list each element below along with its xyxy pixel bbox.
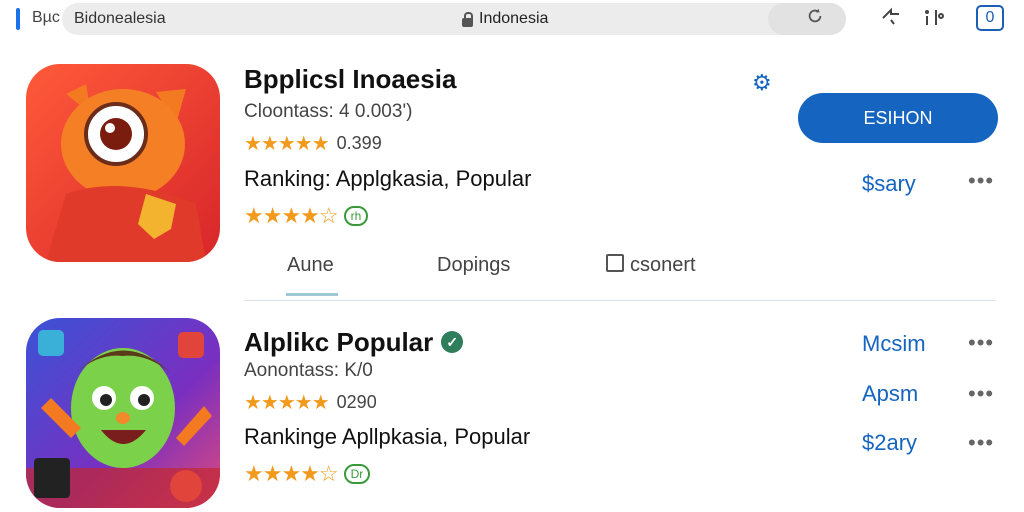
rating-row-2: ★★★★★ 0290: [244, 390, 377, 415]
verified-icon: ✓: [441, 331, 464, 353]
rating-row-1b: ★★★★☆ rh: [244, 203, 369, 229]
address-bar[interactable]: Bidonealesia Indonesia: [62, 3, 846, 35]
section-divider: [244, 300, 996, 301]
ranking-text-2: Rankinge Apllpkasia, Popular: [244, 424, 531, 449]
star-rating-icon: ★★★★☆: [244, 461, 339, 486]
active-tab-indicator: [286, 293, 338, 296]
side-link-mcsim[interactable]: Mcsim: [862, 331, 926, 357]
url-text: Bidonealesia: [74, 10, 166, 27]
tab-dopings[interactable]: Dopings: [437, 254, 510, 277]
app-badge-2: Dr: [343, 464, 371, 484]
app-icon-2[interactable]: [26, 318, 220, 508]
star-rating-icon: ★★★★★: [244, 392, 330, 414]
toolbar-label: Bµc: [32, 9, 60, 26]
more-options-icon[interactable]: •••: [968, 430, 994, 456]
site-name: Indonesia: [479, 10, 549, 27]
bookmarks-icon[interactable]: [922, 6, 946, 30]
app-title-2-text: Alplikc Popular: [244, 327, 434, 357]
checkbox-icon[interactable]: [606, 254, 624, 272]
app-badge-1: rh: [343, 206, 369, 226]
lock-icon: [462, 11, 473, 27]
site-identity: Indonesia: [462, 10, 548, 28]
tab-csonert[interactable]: csonert: [606, 254, 696, 277]
app-title-1[interactable]: Bpplicsl Inoaesia: [244, 64, 456, 95]
sidebar-toggle-icon[interactable]: [16, 8, 20, 30]
more-options-icon[interactable]: •••: [968, 381, 994, 407]
browser-toolbar: Bµc Bidonealesia Indonesia 0: [0, 0, 1024, 40]
side-link-price[interactable]: $2ary: [862, 430, 917, 456]
star-rating-icon: ★★★★☆: [244, 203, 339, 228]
app-subtitle-2: Aonontass: K/0: [244, 360, 373, 381]
more-options-icon[interactable]: •••: [968, 168, 994, 194]
ranking-text-1: Ranking: Applgkasia, Popular: [244, 166, 532, 191]
rating-row-2b: ★★★★☆ Dr: [244, 461, 371, 487]
rating-count-1: 0.399: [336, 133, 382, 153]
share-icon[interactable]: [880, 6, 902, 28]
more-options-icon[interactable]: •••: [968, 330, 994, 356]
tab-csonert-label: csonert: [630, 254, 696, 276]
tab-aune[interactable]: Aune: [287, 254, 334, 277]
side-link-apsm[interactable]: Apsm: [862, 381, 918, 407]
app-icon-1[interactable]: [26, 64, 220, 262]
reload-icon[interactable]: [806, 7, 824, 25]
primary-action-button[interactable]: ESIHON: [798, 93, 998, 143]
app-subtitle-1: Cloontass: 4 0.003'): [244, 101, 413, 122]
tabs-icon[interactable]: 0: [976, 5, 1004, 31]
app-title-2[interactable]: Alplikc Popular ✓: [244, 327, 464, 358]
settings-gear-icon[interactable]: ⚙: [752, 70, 772, 96]
rating-count-2: 0290: [336, 392, 377, 412]
star-rating-icon: ★★★★★: [244, 133, 330, 155]
price-link-1[interactable]: $sary: [862, 171, 916, 197]
rating-row-1: ★★★★★ 0.399: [244, 131, 382, 156]
